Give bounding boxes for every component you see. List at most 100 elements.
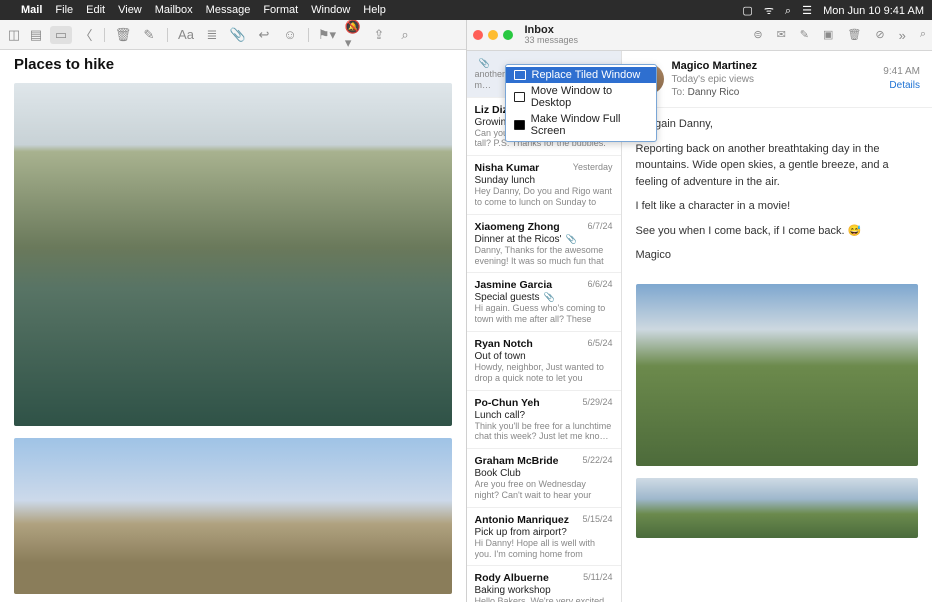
attach-icon[interactable]: 📎 xyxy=(230,27,246,43)
menu-edit[interactable]: Edit xyxy=(86,4,105,16)
more-icon[interactable]: » xyxy=(899,28,906,43)
grid-icon[interactable]: ▤ xyxy=(28,27,44,43)
msg-subject: Sunday lunch xyxy=(475,175,613,186)
msg-date: 6/7/24 xyxy=(587,221,612,233)
flag-icon[interactable]: ⚑▾ xyxy=(319,27,335,43)
msg-preview: Hello Bakers, We're very excited to have… xyxy=(475,596,613,602)
search-icon[interactable]: ⌕ xyxy=(397,27,413,43)
envelope-icon[interactable]: ✉ xyxy=(777,28,786,43)
msg-preview: Are you free on Wednesday night? Can't w… xyxy=(475,479,613,501)
filter-icon[interactable]: ⊜ xyxy=(753,28,762,43)
body-image-2 xyxy=(636,478,919,538)
popup-move-desktop[interactable]: Move Window to Desktop xyxy=(506,83,656,111)
compose-icon[interactable]: ✎ xyxy=(141,27,157,43)
back-icon[interactable]: 〈 xyxy=(78,27,94,43)
mute-icon[interactable]: 🔕▾ xyxy=(345,27,361,43)
panel-icon[interactable]: ▭ xyxy=(50,26,72,44)
popup-fullscreen[interactable]: Make Window Full Screen xyxy=(506,111,656,139)
compose-photo-1 xyxy=(14,83,452,425)
clock: Mon Jun 10 9:41 AM xyxy=(823,5,924,17)
msg-subject: Baking workshop xyxy=(475,585,613,596)
list-item[interactable]: Po-Chun Yeh5/29/24Lunch call?Think you'l… xyxy=(467,391,621,450)
list-item[interactable]: Rody Albuerne5/11/24Baking workshopHello… xyxy=(467,566,621,602)
right-pane: Inbox 33 messages ⊜ ✉ ✎ ▣ 🗑 ⊘ » ⌕ Replac… xyxy=(467,20,932,602)
attach-icon: 📎 xyxy=(565,234,576,244)
list-item[interactable]: Graham McBride5/22/24Book ClubAre you fr… xyxy=(467,449,621,508)
msg-subject: Pick up from airport? xyxy=(475,527,613,538)
msg-sender: Ryan Notch xyxy=(475,338,533,350)
msg-subject: Dinner at the Ricos'📎 xyxy=(475,234,613,245)
battery-icon: ▢ xyxy=(742,5,752,17)
list-item[interactable]: Ryan Notch 6/5/24Out of townHowdy, neighb… xyxy=(467,332,621,391)
popup-label: Make Window Full Screen xyxy=(531,113,648,137)
search-icon[interactable]: ⌕ xyxy=(920,28,926,43)
body-p3: See you when I come back, if I come back… xyxy=(636,223,919,240)
sidebar-icon[interactable]: ◫ xyxy=(6,27,22,43)
share-icon[interactable]: ⇪ xyxy=(371,27,387,43)
list-item[interactable]: Jasmine Garcia6/6/24Special guests📎Hi ag… xyxy=(467,273,621,332)
menu-window[interactable]: Window xyxy=(311,4,350,16)
inbox-count: 33 messages xyxy=(525,36,579,46)
msg-preview: Danny, Thanks for the awesome evening! I… xyxy=(475,245,613,267)
msg-preview: Think you'll be free for a lunchtime cha… xyxy=(475,421,613,443)
emoji-icon[interactable]: ☺ xyxy=(282,27,298,43)
archive-icon[interactable]: ▣ xyxy=(823,28,833,43)
menu-help[interactable]: Help xyxy=(363,4,386,16)
attach-icon: 📎 xyxy=(544,292,555,302)
trash-icon[interactable]: 🗑 xyxy=(115,27,131,43)
popup-replace-tiled[interactable]: Replace Tiled Window xyxy=(506,67,656,83)
body-signature: Magico xyxy=(636,247,919,264)
format-icon[interactable]: ↩ xyxy=(256,27,272,43)
tile-icon xyxy=(514,70,526,80)
trash-icon[interactable]: 🗑 xyxy=(847,28,861,43)
compose-icon[interactable]: ✎ xyxy=(800,28,809,43)
junk-icon[interactable]: ⊘ xyxy=(875,28,884,43)
close-dot[interactable] xyxy=(473,30,483,40)
list-item[interactable]: Xiaomeng Zhong6/7/24Dinner at the Ricos'… xyxy=(467,215,621,274)
left-pane: ◫ ▤ ▭ 〈 🗑 ✎ Aa ≣ 📎 ↩ ☺ ⚑▾ 🔕▾ ⇪ ⌕ Places … xyxy=(0,20,467,602)
menubar: Mail File Edit View Mailbox Message Form… xyxy=(0,0,932,20)
msg-sender: Po-Chun Yeh xyxy=(475,397,540,409)
msg-subject: Special guests📎 xyxy=(475,292,613,303)
msg-sender: Antonio Manriquez xyxy=(475,514,570,526)
msg-preview: Howdy, neighbor, Just wanted to drop a q… xyxy=(475,362,613,384)
msg-date: 6/5/24 xyxy=(587,338,612,350)
msg-subject: Book Club xyxy=(475,468,613,479)
menu-mailbox[interactable]: Mailbox xyxy=(155,4,193,16)
msg-sender: Graham McBride xyxy=(475,455,559,467)
desktop-icon xyxy=(514,92,525,102)
body-greeting: Hi again Danny, xyxy=(636,116,919,133)
status-area: ▢ ᯤ ⌕ ☰ Mon Jun 10 9:41 AM xyxy=(734,3,924,18)
msg-subject: Out of town xyxy=(475,351,613,362)
msg-date: 5/29/24 xyxy=(582,397,612,409)
msg-date: 5/15/24 xyxy=(582,514,612,526)
msg-preview: Hi Danny! Hope all is well with you. I'm… xyxy=(475,538,613,560)
compose-subject: Places to hike xyxy=(0,50,466,79)
fullscreen-icon xyxy=(514,120,525,130)
menu-message[interactable]: Message xyxy=(206,4,251,16)
menu-format[interactable]: Format xyxy=(263,4,298,16)
inbox-title: Inbox 33 messages xyxy=(525,24,579,46)
traffic-lights[interactable] xyxy=(473,30,513,40)
minimize-dot[interactable] xyxy=(488,30,498,40)
fullscreen-dot[interactable] xyxy=(503,30,513,40)
body-image-1 xyxy=(636,284,919,466)
msg-date: Yesterday xyxy=(573,162,613,174)
menu-mail[interactable]: Mail xyxy=(21,4,42,16)
inbox-toolbar: Inbox 33 messages ⊜ ✉ ✎ ▣ 🗑 ⊘ » ⌕ xyxy=(467,20,932,51)
msg-subject: Today's epic views xyxy=(672,73,876,86)
control-center-icon[interactable]: ☰ xyxy=(802,5,812,17)
menu-view[interactable]: View xyxy=(118,4,142,16)
search-icon[interactable]: ⌕ xyxy=(785,5,791,17)
message-body: Hi again Danny, Reporting back on anothe… xyxy=(622,108,932,280)
msg-time: 9:41 AM xyxy=(883,65,920,79)
popup-label: Replace Tiled Window xyxy=(532,69,641,81)
menu-file[interactable]: File xyxy=(55,4,73,16)
msg-sender: Jasmine Garcia xyxy=(475,279,553,291)
details-link[interactable]: Details xyxy=(883,79,920,93)
msg-preview: Hi again. Guess who's coming to town wit… xyxy=(475,303,613,325)
list-icon[interactable]: ≣ xyxy=(204,27,220,43)
list-item[interactable]: Antonio Manriquez 5/15/24Pick up from air… xyxy=(467,508,621,567)
font-icon[interactable]: Aa xyxy=(178,27,194,43)
list-item[interactable]: Nisha KumarYesterdaySunday lunchHey Dann… xyxy=(467,156,621,215)
